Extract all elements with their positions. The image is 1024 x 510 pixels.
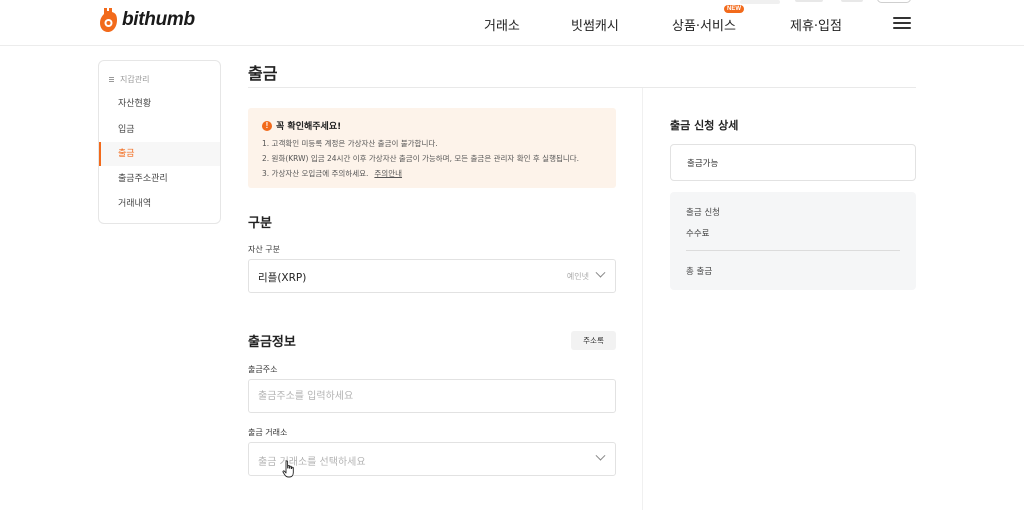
withdraw-address-input[interactable] [249,380,589,412]
nav-bithumb-cash[interactable]: 빗썸캐시 [571,15,619,34]
withdraw-detail-title: 출금 신청 상세 [670,119,739,132]
sidebar-item-deposit[interactable]: 입금 [99,118,220,142]
notice-heading: ! 꼭 확인해주세요! [262,119,341,132]
column-divider [642,88,643,510]
withdraw-summary-box: 출금 신청 수수료 총 출금 [670,192,916,290]
title-divider [248,87,916,88]
wallet-sidebar: 지갑관리 자산현황 입금 출금 출금주소관리 거래내역 [98,60,221,224]
bithumb-logo-icon [100,8,117,32]
withdraw-exchange-select[interactable]: 출금 거래소를 선택하세요 [248,442,616,476]
notice-line-2: 2. 원화(KRW) 입금 24시간 이후 가상자산 출금이 가능하며, 모든 … [262,154,580,163]
top-util-link-2[interactable] [841,0,863,2]
notice-line-3: 3. 가상자산 오입금에 주의하세요. 주의안내 [262,168,402,179]
sidebar-title: 지갑관리 [109,74,149,85]
notice-box: ! 꼭 확인해주세요! 1. 고객확인 미등록 계정은 가상자산 출금이 불가합… [248,108,616,188]
asset-select[interactable]: 리플(XRP) 예인넷 [248,259,616,293]
menu-icon[interactable] [893,17,911,30]
page-title: 출금 [248,64,278,83]
top-util-button[interactable] [877,0,911,3]
withdraw-exchange-placeholder: 출금 거래소를 선택하세요 [258,457,366,468]
summary-divider [686,250,900,251]
total-withdraw-label: 총 출금 [686,267,713,277]
withdraw-exchange-label: 출금 거래소 [248,428,288,437]
chevron-down-icon [595,450,606,461]
nav-exchange[interactable]: 거래소 [484,15,520,34]
notice-line-1: 1. 고객확인 미등록 계정은 가상자산 출금이 불가합니다. [262,139,438,148]
category-section-title: 구분 [248,216,272,231]
nav-partnership[interactable]: 제휴·입점 [790,15,842,34]
sidebar-title-text: 지갑관리 [120,75,150,84]
asset-type-label: 자산 구분 [248,245,280,254]
notice-heading-text: 꼭 확인해주세요! [276,122,342,132]
withdraw-address-label: 출금주소 [248,365,278,374]
available-amount-box: 출금가능 [670,144,916,181]
list-icon [109,77,115,82]
bithumb-logo[interactable]: bithumb [98,6,195,34]
hand-cursor-icon [282,460,294,478]
request-amount-label: 출금 신청 [686,208,720,218]
nav-products-services[interactable]: 상품·서비스 [672,15,736,34]
new-badge: NEW [724,5,744,13]
sidebar-item-assets[interactable]: 자산현황 [99,92,220,116]
brand-name: bithumb [122,9,195,30]
asset-network-label: 예인넷 [566,272,589,281]
chevron-down-icon [595,267,606,278]
fee-label: 수수료 [686,229,710,239]
warning-icon: ! [262,120,272,131]
asset-select-value: 리플(XRP) [258,272,307,284]
available-label: 출금가능 [687,159,719,169]
sidebar-item-withdraw[interactable]: 출금 [99,142,220,166]
notice-line-3-text: 3. 가상자산 오입금에 주의하세요. [262,169,369,178]
sidebar-item-address-manage[interactable]: 출금주소관리 [99,167,220,191]
caution-guide-link[interactable]: 주의안내 [374,169,402,178]
top-util-link-1[interactable] [795,0,823,2]
withdraw-info-section-title: 출금정보 [248,335,296,350]
top-util-links [795,0,915,4]
top-header: bithumb 거래소 빗썸캐시 상품·서비스 NEW 제휴·입점 [0,0,1024,46]
address-book-button[interactable]: 주소록 [571,331,616,350]
top-util-blurred [740,0,780,4]
withdraw-address-field[interactable] [248,379,616,413]
sidebar-item-history[interactable]: 거래내역 [99,192,220,216]
